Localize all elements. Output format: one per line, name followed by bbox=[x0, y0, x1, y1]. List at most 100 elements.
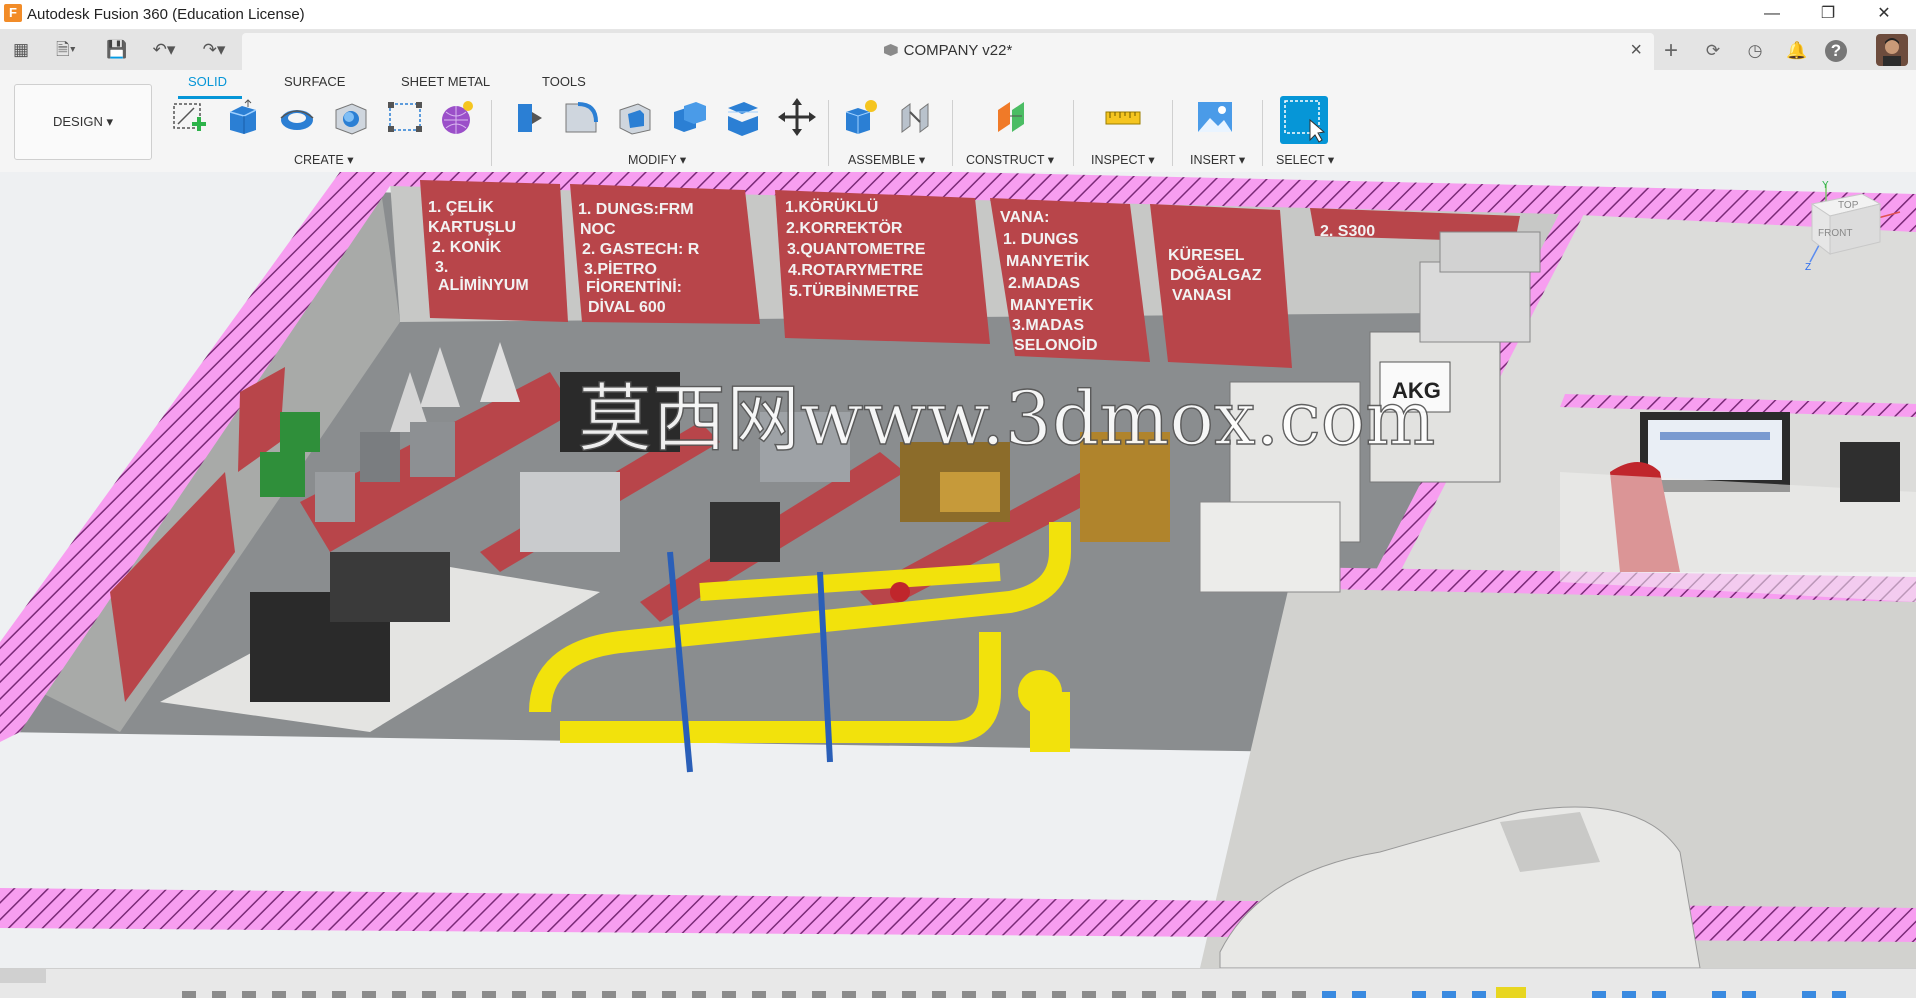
sign2-line2: NOC bbox=[580, 221, 616, 238]
canvas-viewport[interactable]: 1. ÇELİK KARTUŞLU 2. KONİK 3. ALİMİNYUM … bbox=[0, 172, 1916, 968]
svg-text:VANA:: VANA: bbox=[1000, 209, 1049, 226]
assemble-group-menu[interactable]: ASSEMBLE ▾ bbox=[848, 152, 925, 167]
ribbon-separator bbox=[1172, 100, 1173, 166]
insert-image-icon[interactable] bbox=[1196, 98, 1234, 136]
sign1-line1: 1. ÇELİK bbox=[428, 198, 494, 216]
title-bar: F Autodesk Fusion 360 (Education License… bbox=[0, 0, 1916, 30]
extrude-icon[interactable] bbox=[224, 98, 262, 136]
redo-icon[interactable]: ↷▾ bbox=[194, 36, 234, 64]
ribbon-separator bbox=[491, 100, 492, 166]
ribbon-separator bbox=[1262, 100, 1263, 166]
fillet-icon[interactable] bbox=[562, 98, 600, 136]
svg-text:1. ÇELİK: 1. ÇELİK bbox=[428, 198, 494, 216]
svg-text:2.MADAS: 2.MADAS bbox=[1008, 275, 1080, 292]
measure-icon[interactable] bbox=[1104, 98, 1142, 136]
job-status-icon[interactable]: ◷ bbox=[1741, 37, 1769, 65]
close-document-icon[interactable]: × bbox=[1630, 39, 1642, 62]
sign1-line2: KARTUŞLU bbox=[428, 219, 516, 236]
svg-text:VANASI: VANASI bbox=[1172, 287, 1231, 304]
sign1-line3: 2. KONİK bbox=[432, 238, 502, 256]
sign2-line1: 1. DUNGS:FRM bbox=[578, 201, 694, 218]
tab-tools[interactable]: TOOLS bbox=[542, 74, 586, 89]
select-group-menu[interactable]: SELECT ▾ bbox=[1276, 152, 1334, 167]
minimize-button[interactable]: — bbox=[1744, 0, 1800, 29]
svg-text:DOĞALGAZ: DOĞALGAZ bbox=[1170, 265, 1262, 284]
svg-text:3.QUANTOMETRE: 3.QUANTOMETRE bbox=[787, 241, 926, 258]
sign1-line5: ALİMİNYUM bbox=[438, 276, 529, 294]
svg-text:FİORENTİNİ:: FİORENTİNİ: bbox=[586, 278, 682, 296]
create-form-icon[interactable] bbox=[438, 98, 476, 136]
extensions-icon[interactable]: ⟳ bbox=[1699, 37, 1727, 65]
ribbon-separator bbox=[828, 100, 829, 166]
replace-face-icon[interactable] bbox=[724, 98, 762, 136]
inspect-group-menu[interactable]: INSPECT ▾ bbox=[1091, 152, 1155, 167]
sign3-line3: 3.QUANTOMETRE bbox=[787, 241, 926, 258]
svg-text:1.KÖRÜKLÜ: 1.KÖRÜKLÜ bbox=[785, 197, 878, 216]
user-portrait-icon bbox=[1883, 38, 1901, 66]
joint-icon[interactable] bbox=[896, 98, 934, 136]
svg-text:5.TÜRBİNMETRE: 5.TÜRBİNMETRE bbox=[789, 281, 919, 300]
workspace-switcher[interactable]: DESIGN ▾ bbox=[14, 84, 152, 160]
sign3-line2: 2.KORREKTÖR bbox=[786, 218, 903, 237]
sign2-line5: FİORENTİNİ: bbox=[586, 278, 682, 296]
z-axis-label: Z bbox=[1805, 262, 1811, 273]
sign1-line4: 3. bbox=[435, 259, 448, 276]
create-sketch-icon[interactable] bbox=[170, 98, 208, 136]
new-tab-plus-icon[interactable]: + bbox=[1657, 37, 1685, 65]
model-scene: 1. ÇELİK KARTUŞLU 2. KONİK 3. ALİMİNYUM … bbox=[0, 172, 1916, 968]
svg-text:DİVAL 600: DİVAL 600 bbox=[588, 298, 666, 316]
modify-group-menu[interactable]: MODIFY ▾ bbox=[628, 152, 686, 167]
design-timeline[interactable] bbox=[0, 968, 1916, 998]
tab-solid[interactable]: SOLID bbox=[188, 74, 227, 89]
sign2-line4: 3.PİETRO bbox=[584, 260, 657, 278]
svg-text:KÜRESEL: KÜRESEL bbox=[1168, 245, 1245, 264]
notifications-bell-icon[interactable]: 🔔 bbox=[1783, 37, 1811, 65]
sign2-line3: 2. GASTECH: R bbox=[582, 241, 700, 258]
sign5-line1: KÜRESEL bbox=[1168, 245, 1245, 264]
undo-icon[interactable]: ↶▾ bbox=[144, 36, 184, 64]
viewcube-front-label[interactable]: FRONT bbox=[1818, 228, 1852, 239]
sign5-line2: DOĞALGAZ bbox=[1170, 265, 1262, 284]
tab-surface[interactable]: SURFACE bbox=[284, 74, 345, 89]
insert-group-menu[interactable]: INSERT ▾ bbox=[1190, 152, 1245, 167]
quick-access-toolbar: ▦ 🗎▾ 💾 ↶▾ ↷▾ COMPANY v22* × + ⟳ ◷ 🔔 ? bbox=[0, 30, 1916, 70]
construct-group-menu[interactable]: CONSTRUCT ▾ bbox=[966, 152, 1054, 167]
data-panel-grid-icon[interactable]: ▦ bbox=[6, 36, 36, 64]
revolve-icon[interactable] bbox=[278, 98, 316, 136]
file-menu-icon[interactable]: 🗎▾ bbox=[46, 36, 86, 64]
new-component-icon[interactable] bbox=[842, 98, 880, 136]
user-avatar[interactable] bbox=[1876, 34, 1908, 66]
document-tab[interactable]: COMPANY v22* × bbox=[242, 33, 1654, 70]
restore-button[interactable]: ❐ bbox=[1800, 0, 1856, 29]
shell-icon[interactable] bbox=[616, 98, 654, 136]
create-group-menu[interactable]: CREATE ▾ bbox=[294, 152, 354, 167]
offset-plane-icon[interactable] bbox=[994, 98, 1032, 136]
help-icon[interactable]: ? bbox=[1825, 40, 1847, 62]
save-icon[interactable]: 💾 bbox=[102, 36, 132, 64]
svg-text:MANYETİK: MANYETİK bbox=[1006, 252, 1090, 270]
viewcube-top-label[interactable]: TOP bbox=[1838, 200, 1859, 211]
hole-icon[interactable] bbox=[332, 98, 370, 136]
press-pull-icon[interactable] bbox=[508, 98, 546, 136]
svg-text:MANYETİK: MANYETİK bbox=[1010, 296, 1094, 314]
svg-text:2. GASTECH: R: 2. GASTECH: R bbox=[582, 241, 700, 258]
svg-text:3.MADAS: 3.MADAS bbox=[1012, 317, 1084, 334]
sign4-line5: MANYETİK bbox=[1010, 296, 1094, 314]
svg-text:NOC: NOC bbox=[580, 221, 616, 238]
sign4-line2: 1. DUNGS bbox=[1003, 231, 1079, 248]
svg-text:4.ROTARYMETRE: 4.ROTARYMETRE bbox=[788, 262, 923, 279]
tab-sheet-metal[interactable]: SHEET METAL bbox=[401, 74, 490, 89]
combine-icon[interactable] bbox=[670, 98, 708, 136]
document-title: COMPANY v22* bbox=[242, 42, 1654, 59]
move-copy-icon[interactable] bbox=[778, 98, 816, 136]
svg-text:1. DUNGS: 1. DUNGS bbox=[1003, 231, 1079, 248]
y-axis-label: Y bbox=[1822, 180, 1829, 191]
close-window-button[interactable]: ✕ bbox=[1856, 0, 1912, 29]
sign4-line4: 2.MADAS bbox=[1008, 275, 1080, 292]
select-icon[interactable] bbox=[1280, 96, 1328, 144]
rectangular-pattern-icon[interactable] bbox=[386, 98, 424, 136]
sign4-line1: VANA: bbox=[1000, 209, 1049, 226]
svg-text:2. KONİK: 2. KONİK bbox=[432, 238, 502, 256]
svg-text:SELONOİD: SELONOİD bbox=[1014, 336, 1098, 354]
sign4-line7: SELONOİD bbox=[1014, 336, 1098, 354]
